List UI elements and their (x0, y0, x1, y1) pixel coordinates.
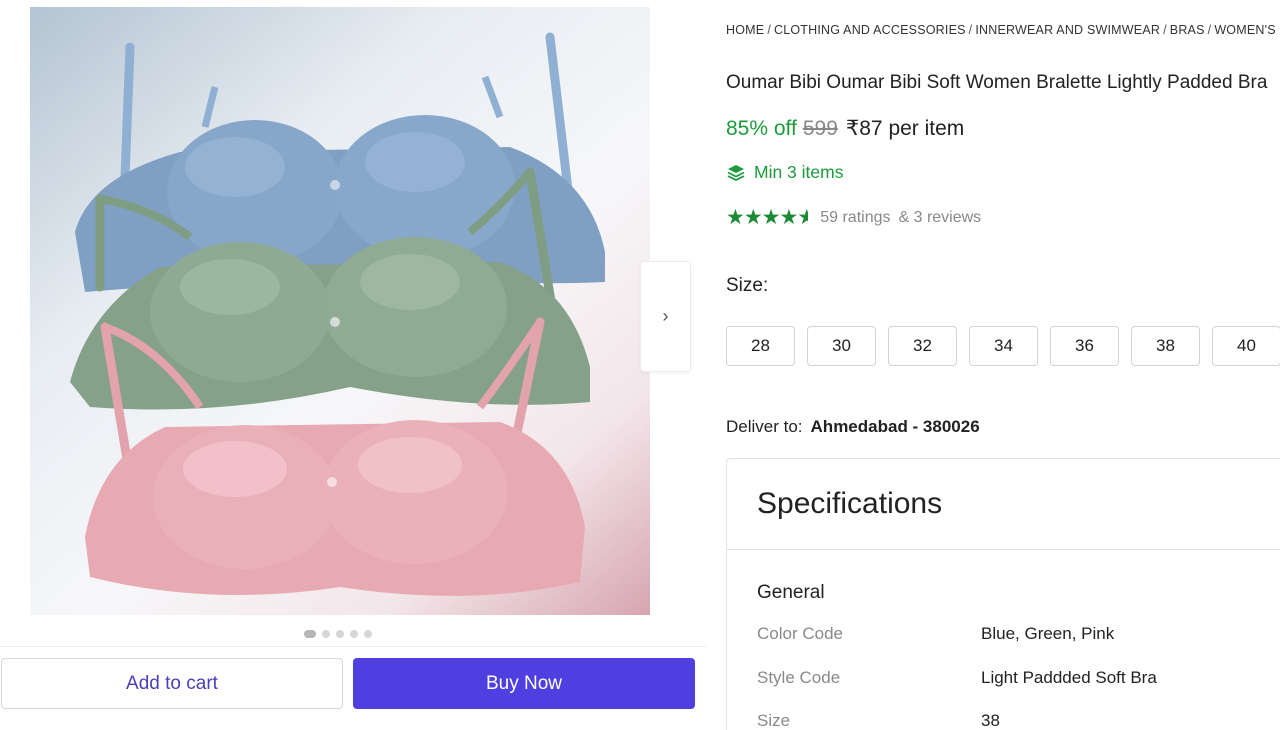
breadcrumb: HOME / CLOTHING AND ACCESSORIES / INNERWEAR … (726, 23, 1280, 37)
breadcrumb-separator: / (968, 23, 973, 37)
size-label: Size: (726, 275, 769, 296)
breadcrumb-clothing[interactable]: CLOTHING AND ACCESSORIES (774, 23, 966, 37)
size-option-32[interactable]: 32 (888, 326, 957, 366)
bra-product-photo (70, 32, 605, 596)
pagination-dot[interactable] (304, 630, 316, 638)
breadcrumb-separator: / (767, 23, 771, 37)
size-options: 28 30 32 34 36 38 40 (726, 326, 1280, 366)
specifications-title: Specifications (727, 459, 1280, 550)
spec-value: 38 (981, 711, 1000, 730)
rating-row: ★★★★★ 59 ratings & 3 reviews (726, 205, 981, 230)
pagination-dot[interactable] (350, 630, 358, 638)
spec-key: Style Code (757, 668, 841, 687)
size-option-30[interactable]: 30 (807, 326, 876, 366)
star-rating-icon: ★★★★★ (726, 206, 809, 229)
deliver-to-label: Deliver to: (726, 417, 803, 436)
product-details: HOME / CLOTHING AND ACCESSORIES / INNERWEAR … (726, 0, 1280, 730)
size-option-34[interactable]: 34 (969, 326, 1038, 366)
pagination-dot[interactable] (336, 630, 344, 638)
spec-key: Color Code (757, 624, 843, 643)
size-option-40[interactable]: 40 (1212, 326, 1280, 366)
pagination-dot[interactable] (364, 630, 372, 638)
size-option-36[interactable]: 36 (1050, 326, 1119, 366)
discount-label: 85% off (726, 117, 797, 140)
delivery-pincode: Ahmedabad - 380026 (810, 417, 980, 436)
reviews-count[interactable]: & 3 reviews (898, 209, 981, 227)
breadcrumb-home[interactable]: HOME (726, 23, 764, 37)
sale-price: ₹87 per item (845, 117, 965, 140)
spec-value: Blue, Green, Pink (981, 624, 1115, 643)
breadcrumb-bras[interactable]: BRAS (1170, 23, 1205, 37)
delivery-location[interactable]: Deliver to: Ahmedabad - 380026 (726, 417, 980, 437)
size-option-38[interactable]: 38 (1131, 326, 1200, 366)
breadcrumb-womens-bras[interactable]: WOMEN'S BRAS (1214, 23, 1280, 37)
product-title: Oumar Bibi Oumar Bibi Soft Women Bralett… (726, 72, 1268, 93)
min-items-badge: Min 3 items (726, 162, 843, 183)
breadcrumb-innerwear[interactable]: INNERWEAR AND SWIMWEAR (975, 23, 1160, 37)
next-image-button[interactable]: › (640, 261, 691, 372)
spec-group-general: General (757, 582, 825, 603)
cta-bar: Add to cart Buy Now (0, 646, 706, 730)
product-image[interactable] (30, 7, 650, 615)
breadcrumb-separator: / (1163, 23, 1167, 37)
size-option-28[interactable]: 28 (726, 326, 795, 366)
specifications-card: Specifications General Color Code Blue, … (726, 458, 1280, 730)
image-pagination-dots (304, 630, 372, 638)
chevron-right-icon: › (662, 306, 669, 326)
price-row: 85% off 599 ₹87 per item (726, 116, 964, 141)
min-items-text: Min 3 items (754, 162, 844, 182)
breadcrumb-separator: / (1207, 23, 1212, 37)
ratings-count[interactable]: 59 ratings (820, 209, 890, 227)
pagination-dot[interactable] (322, 630, 330, 638)
add-to-cart-button[interactable]: Add to cart (1, 658, 343, 709)
original-price: 599 (802, 117, 838, 140)
spec-key: Size (757, 711, 791, 730)
blue-bra (75, 32, 605, 292)
product-gallery: › Add to cart Buy Now (0, 0, 706, 730)
buy-now-button[interactable]: Buy Now (353, 658, 695, 709)
layers-icon (727, 164, 745, 181)
spec-value: Light Paddded Soft Bra (981, 668, 1157, 687)
